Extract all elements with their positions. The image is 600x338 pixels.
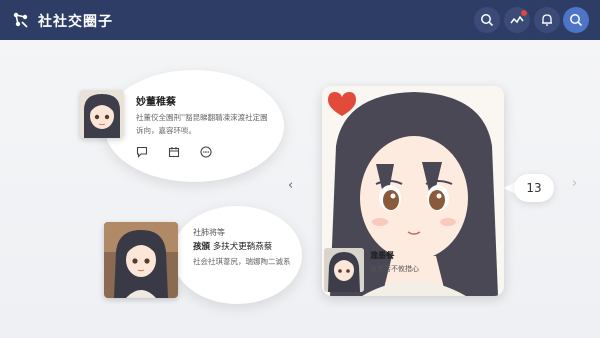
post-body: 社会社琪葦尻，瑞娜陶二诚系: [193, 257, 291, 266]
post-headline: 孩頒 多扶犬更鞝燕蔡: [193, 240, 272, 252]
notifications-button[interactable]: [534, 7, 560, 33]
activity-button[interactable]: [504, 7, 530, 33]
post-meta: 社肺将等: [193, 228, 225, 237]
post-body: 社董佼全園刑''豁昆睇翻聙凍淶渡社定園诉向，嘉容环啖。: [136, 113, 268, 135]
post-title: 多扶犬更鞝燕蔡: [212, 242, 273, 252]
post-author-name[interactable]: 妙董稚蔡: [136, 93, 176, 108]
post-author-name[interactable]: 孩頒: [193, 242, 210, 252]
bell-icon: [542, 14, 552, 26]
featured-subtitle: 泳青苫不攸措心: [370, 265, 419, 273]
comment-icon[interactable]: [136, 146, 148, 158]
calendar-icon[interactable]: [168, 146, 180, 158]
search-icon: [570, 14, 583, 27]
search-icon: [481, 14, 494, 27]
avatar[interactable]: [324, 248, 364, 292]
avatar[interactable]: [80, 90, 124, 138]
notification-dot: [521, 10, 527, 16]
top-bar: 社社交圈子: [0, 0, 600, 40]
next-arrow[interactable]: ›: [572, 176, 577, 191]
logo-icon[interactable]: [12, 11, 30, 29]
more-icon[interactable]: [200, 146, 212, 158]
post-actions: [136, 146, 212, 158]
prev-arrow[interactable]: ‹: [288, 178, 293, 193]
count-badge[interactable]: 13: [514, 174, 554, 202]
search-button[interactable]: [474, 7, 500, 33]
featured-name[interactable]: 瀧墨餐: [370, 250, 394, 261]
search-active-button[interactable]: [563, 7, 589, 33]
avatar[interactable]: [104, 222, 178, 298]
app-title: 社社交圈子: [38, 14, 113, 30]
